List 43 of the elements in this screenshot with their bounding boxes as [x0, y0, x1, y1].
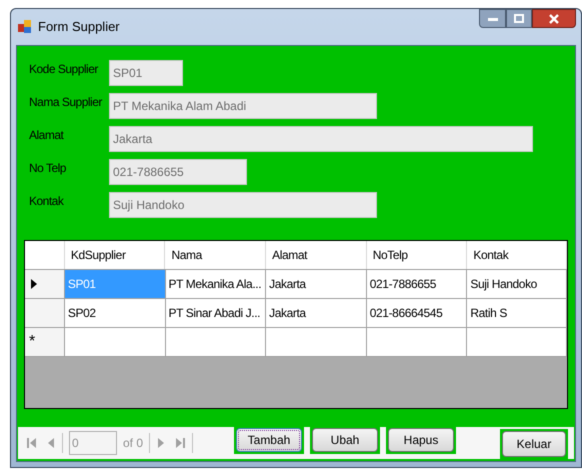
action-button[interactable]: Tambah — [236, 428, 302, 452]
field-label: Kode Supplier — [29, 61, 100, 78]
column-header[interactable]: Kontak — [467, 241, 567, 269]
maximize-icon — [514, 14, 524, 23]
column-header[interactable]: KdSupplier — [64, 241, 166, 269]
first-record-icon[interactable] — [26, 436, 38, 450]
row-header[interactable]: * — [25, 328, 65, 356]
last-record-icon[interactable] — [174, 436, 186, 450]
row-header[interactable] — [25, 270, 65, 298]
column-header[interactable]: Alamat — [266, 241, 367, 269]
column-header[interactable]: Nama — [165, 241, 266, 269]
field-label: Nama Supplier — [29, 94, 104, 111]
table-cell[interactable]: SP02 — [64, 299, 166, 327]
record-count: of 0 — [123, 435, 144, 452]
table-cell[interactable]: PT Mekanika Ala... — [166, 270, 266, 298]
table-cell[interactable]: Jakarta — [266, 299, 367, 327]
input-field[interactable]: SP01 — [109, 60, 183, 86]
exit-button[interactable]: Keluar — [502, 431, 566, 457]
close-icon — [549, 14, 559, 24]
field-label: Kontak — [29, 193, 65, 210]
action-button[interactable]: Ubah — [312, 428, 378, 452]
table-cell[interactable]: Suji Handoko — [467, 270, 567, 298]
minimize-button[interactable] — [479, 9, 506, 28]
minimize-icon — [488, 16, 498, 20]
table-cell[interactable]: Ratih S — [467, 299, 567, 327]
maximize-button[interactable] — [506, 9, 532, 28]
field-label: No Telp — [29, 160, 67, 177]
close-button[interactable] — [532, 9, 576, 28]
column-header[interactable]: NoTelp — [366, 241, 468, 269]
input-field[interactable]: Jakarta — [109, 126, 533, 152]
new-row-marker: * — [29, 334, 36, 350]
app-icon — [18, 20, 32, 34]
table-cell[interactable]: PT Sinar Abadi J... — [166, 299, 266, 327]
table-cell[interactable]: 021-86664545 — [366, 299, 468, 327]
table-cell[interactable]: 021-7886655 — [366, 270, 468, 298]
input-field[interactable]: Suji Handoko — [109, 192, 377, 218]
field-label: Alamat — [29, 127, 65, 144]
input-field[interactable]: PT Mekanika Alam Abadi — [109, 93, 377, 119]
current-row-icon — [31, 279, 37, 289]
window-title: Form Supplier — [38, 18, 120, 36]
action-button[interactable]: Hapus — [388, 428, 454, 452]
input-field[interactable]: 021-7886655 — [109, 159, 247, 185]
table-cell[interactable]: Jakarta — [266, 270, 367, 298]
